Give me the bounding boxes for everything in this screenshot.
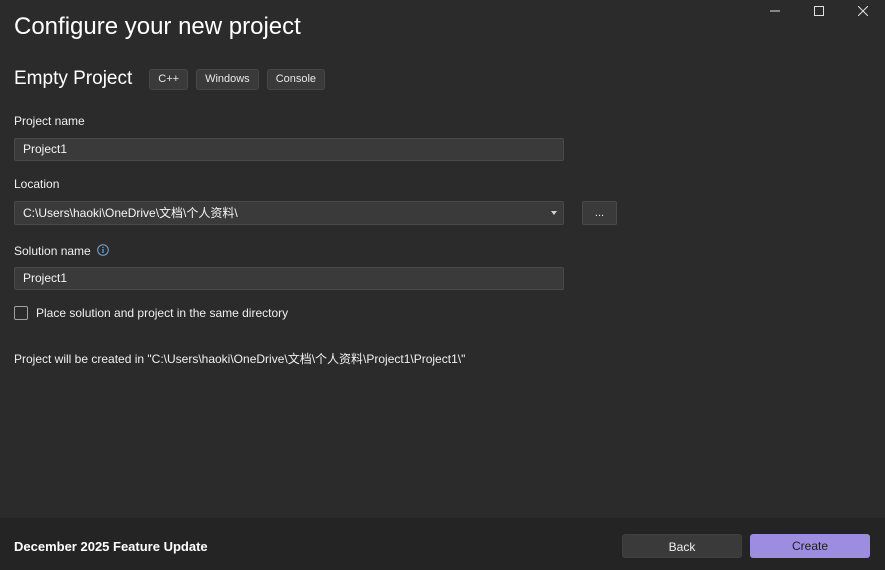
template-header: Empty Project C++ Windows Console (14, 68, 333, 90)
footer-bar: December 2025 Feature Update Back Create (0, 518, 885, 570)
tag-platform: Windows (196, 68, 259, 90)
minimize-button[interactable] (753, 0, 797, 22)
same-directory-checkbox[interactable] (14, 306, 28, 320)
close-button[interactable] (841, 0, 885, 22)
page-title: Configure your new project (14, 13, 301, 40)
browse-button[interactable]: ... (582, 201, 617, 225)
same-directory-label[interactable]: Place solution and project in the same d… (36, 306, 288, 320)
tag-language: C++ (149, 68, 189, 90)
template-name: Empty Project (14, 68, 133, 89)
feature-update-text: December 2025 Feature Update (14, 539, 208, 554)
window-controls (753, 0, 885, 22)
maximize-icon (814, 6, 824, 16)
tag-project-type: Console (266, 68, 326, 90)
location-combobox[interactable]: C:\Users\haoki\OneDrive\文档\个人资料\ (14, 201, 564, 225)
info-icon[interactable] (97, 244, 109, 256)
create-button[interactable]: Create (750, 534, 870, 558)
location-label: Location (14, 177, 60, 191)
minimize-icon (770, 10, 780, 12)
solution-name-input[interactable]: Project1 (14, 267, 564, 290)
same-directory-option[interactable]: Place solution and project in the same d… (14, 306, 288, 320)
project-path-summary: Project will be created in "C:\Users\hao… (14, 352, 466, 366)
close-icon (858, 6, 868, 16)
solution-name-label: Solution name (14, 244, 91, 258)
project-name-input[interactable]: Project1 (14, 138, 564, 161)
maximize-button[interactable] (797, 0, 841, 22)
location-value: C:\Users\haoki\OneDrive\文档\个人资料\ (23, 206, 238, 220)
chevron-down-icon[interactable] (551, 211, 557, 215)
project-name-label: Project name (14, 114, 85, 128)
back-button[interactable]: Back (622, 534, 742, 558)
